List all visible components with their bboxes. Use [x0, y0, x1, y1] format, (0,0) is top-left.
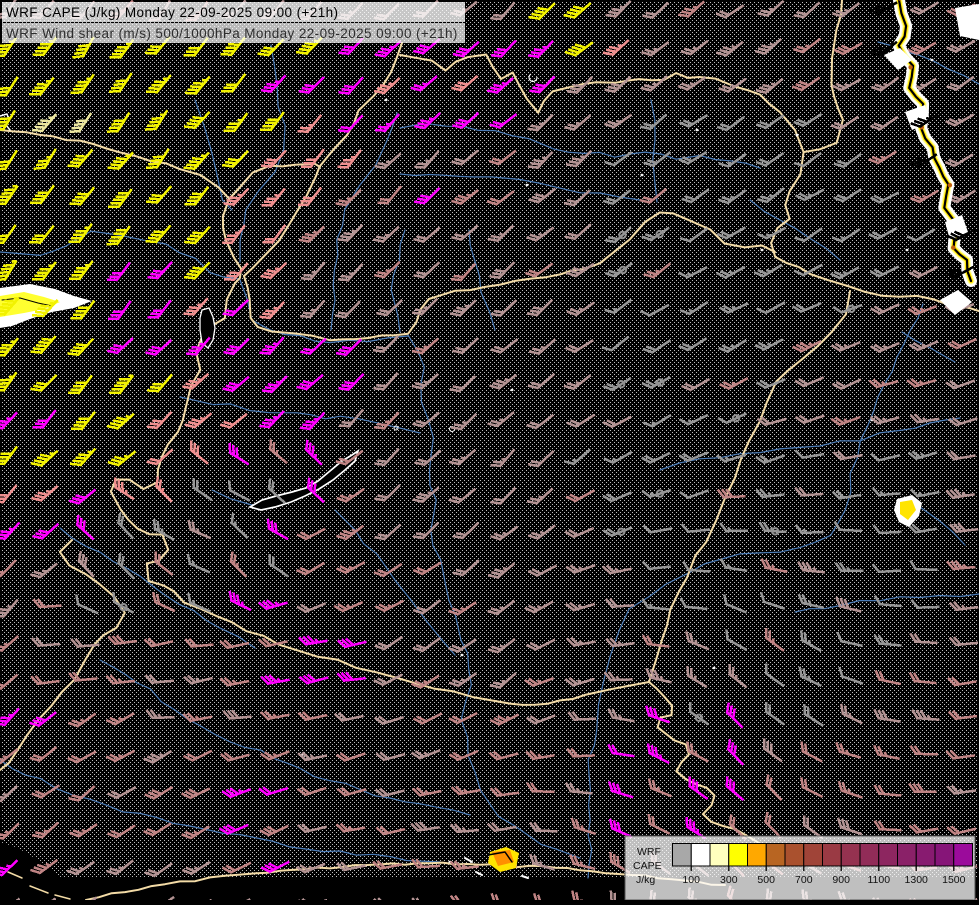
svg-text:1500: 1500 [942, 874, 966, 886]
svg-text:J/kg: J/kg [636, 874, 655, 886]
svg-text:WRF: WRF [637, 846, 661, 858]
svg-text:WRF CAPE (J/kg) Monday 22-09-2: WRF CAPE (J/kg) Monday 22-09-2025 09:00 … [6, 5, 338, 20]
svg-text:1100: 1100 [868, 874, 891, 886]
svg-text:1300: 1300 [905, 874, 929, 886]
svg-text:900: 900 [832, 874, 850, 886]
svg-text:500: 500 [757, 874, 775, 886]
svg-text:CAPE: CAPE [633, 860, 662, 872]
svg-text:100: 100 [682, 874, 700, 886]
svg-text:WRF Wind shear (m/s) 500/1000h: WRF Wind shear (m/s) 500/1000hPa Monday … [6, 26, 458, 41]
svg-text:300: 300 [720, 874, 738, 886]
svg-text:700: 700 [795, 874, 813, 886]
